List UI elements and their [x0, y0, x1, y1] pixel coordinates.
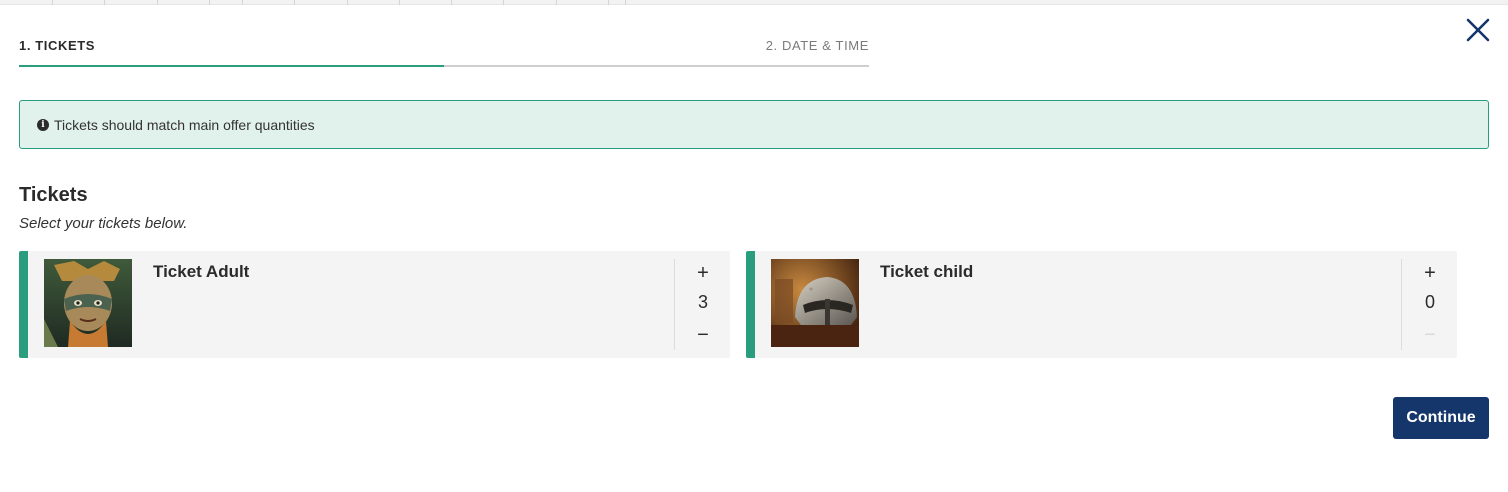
step-progress-bar	[19, 65, 444, 67]
quantity-stepper: + 0 −	[1401, 259, 1457, 350]
info-alert: i Tickets should match main offer quanti…	[19, 100, 1489, 149]
increase-quantity-button[interactable]: +	[1402, 261, 1458, 285]
ticket-name: Ticket Adult	[153, 262, 250, 281]
ticket-name: Ticket child	[880, 262, 974, 281]
ticket-card-child: Ticket child + 0 −	[746, 251, 1457, 358]
decrease-quantity-button[interactable]: −	[675, 323, 731, 347]
decrease-quantity-button[interactable]: −	[1402, 323, 1458, 347]
step-tickets[interactable]: 1. TICKETS	[19, 38, 95, 53]
viking-warrior-image	[44, 259, 132, 347]
section-subtitle: Select your tickets below.	[19, 215, 188, 232]
quantity-value: 3	[697, 292, 708, 312]
background-strip	[0, 0, 1508, 5]
close-button[interactable]	[1464, 16, 1492, 44]
viking-helmet-image	[771, 259, 859, 347]
step-date-time[interactable]: 2. DATE & TIME	[766, 38, 869, 53]
quantity-stepper: + 3 −	[674, 259, 730, 350]
info-icon: i	[37, 118, 49, 131]
section-title: Tickets	[19, 184, 88, 206]
alert-text: Tickets should match main offer quantiti…	[54, 116, 315, 133]
increase-quantity-button[interactable]: +	[675, 261, 731, 285]
ticket-selection-page: 1. TICKETS 2. DATE & TIME i Tickets shou…	[0, 0, 1508, 492]
continue-button[interactable]: Continue	[1393, 397, 1489, 439]
quantity-value: 0	[1424, 292, 1435, 312]
close-icon	[1466, 18, 1490, 42]
step-progress-track	[19, 65, 869, 67]
ticket-card-adult: Ticket Adult + 3 −	[19, 251, 730, 358]
checkout-stepper: 1. TICKETS 2. DATE & TIME	[19, 38, 869, 68]
